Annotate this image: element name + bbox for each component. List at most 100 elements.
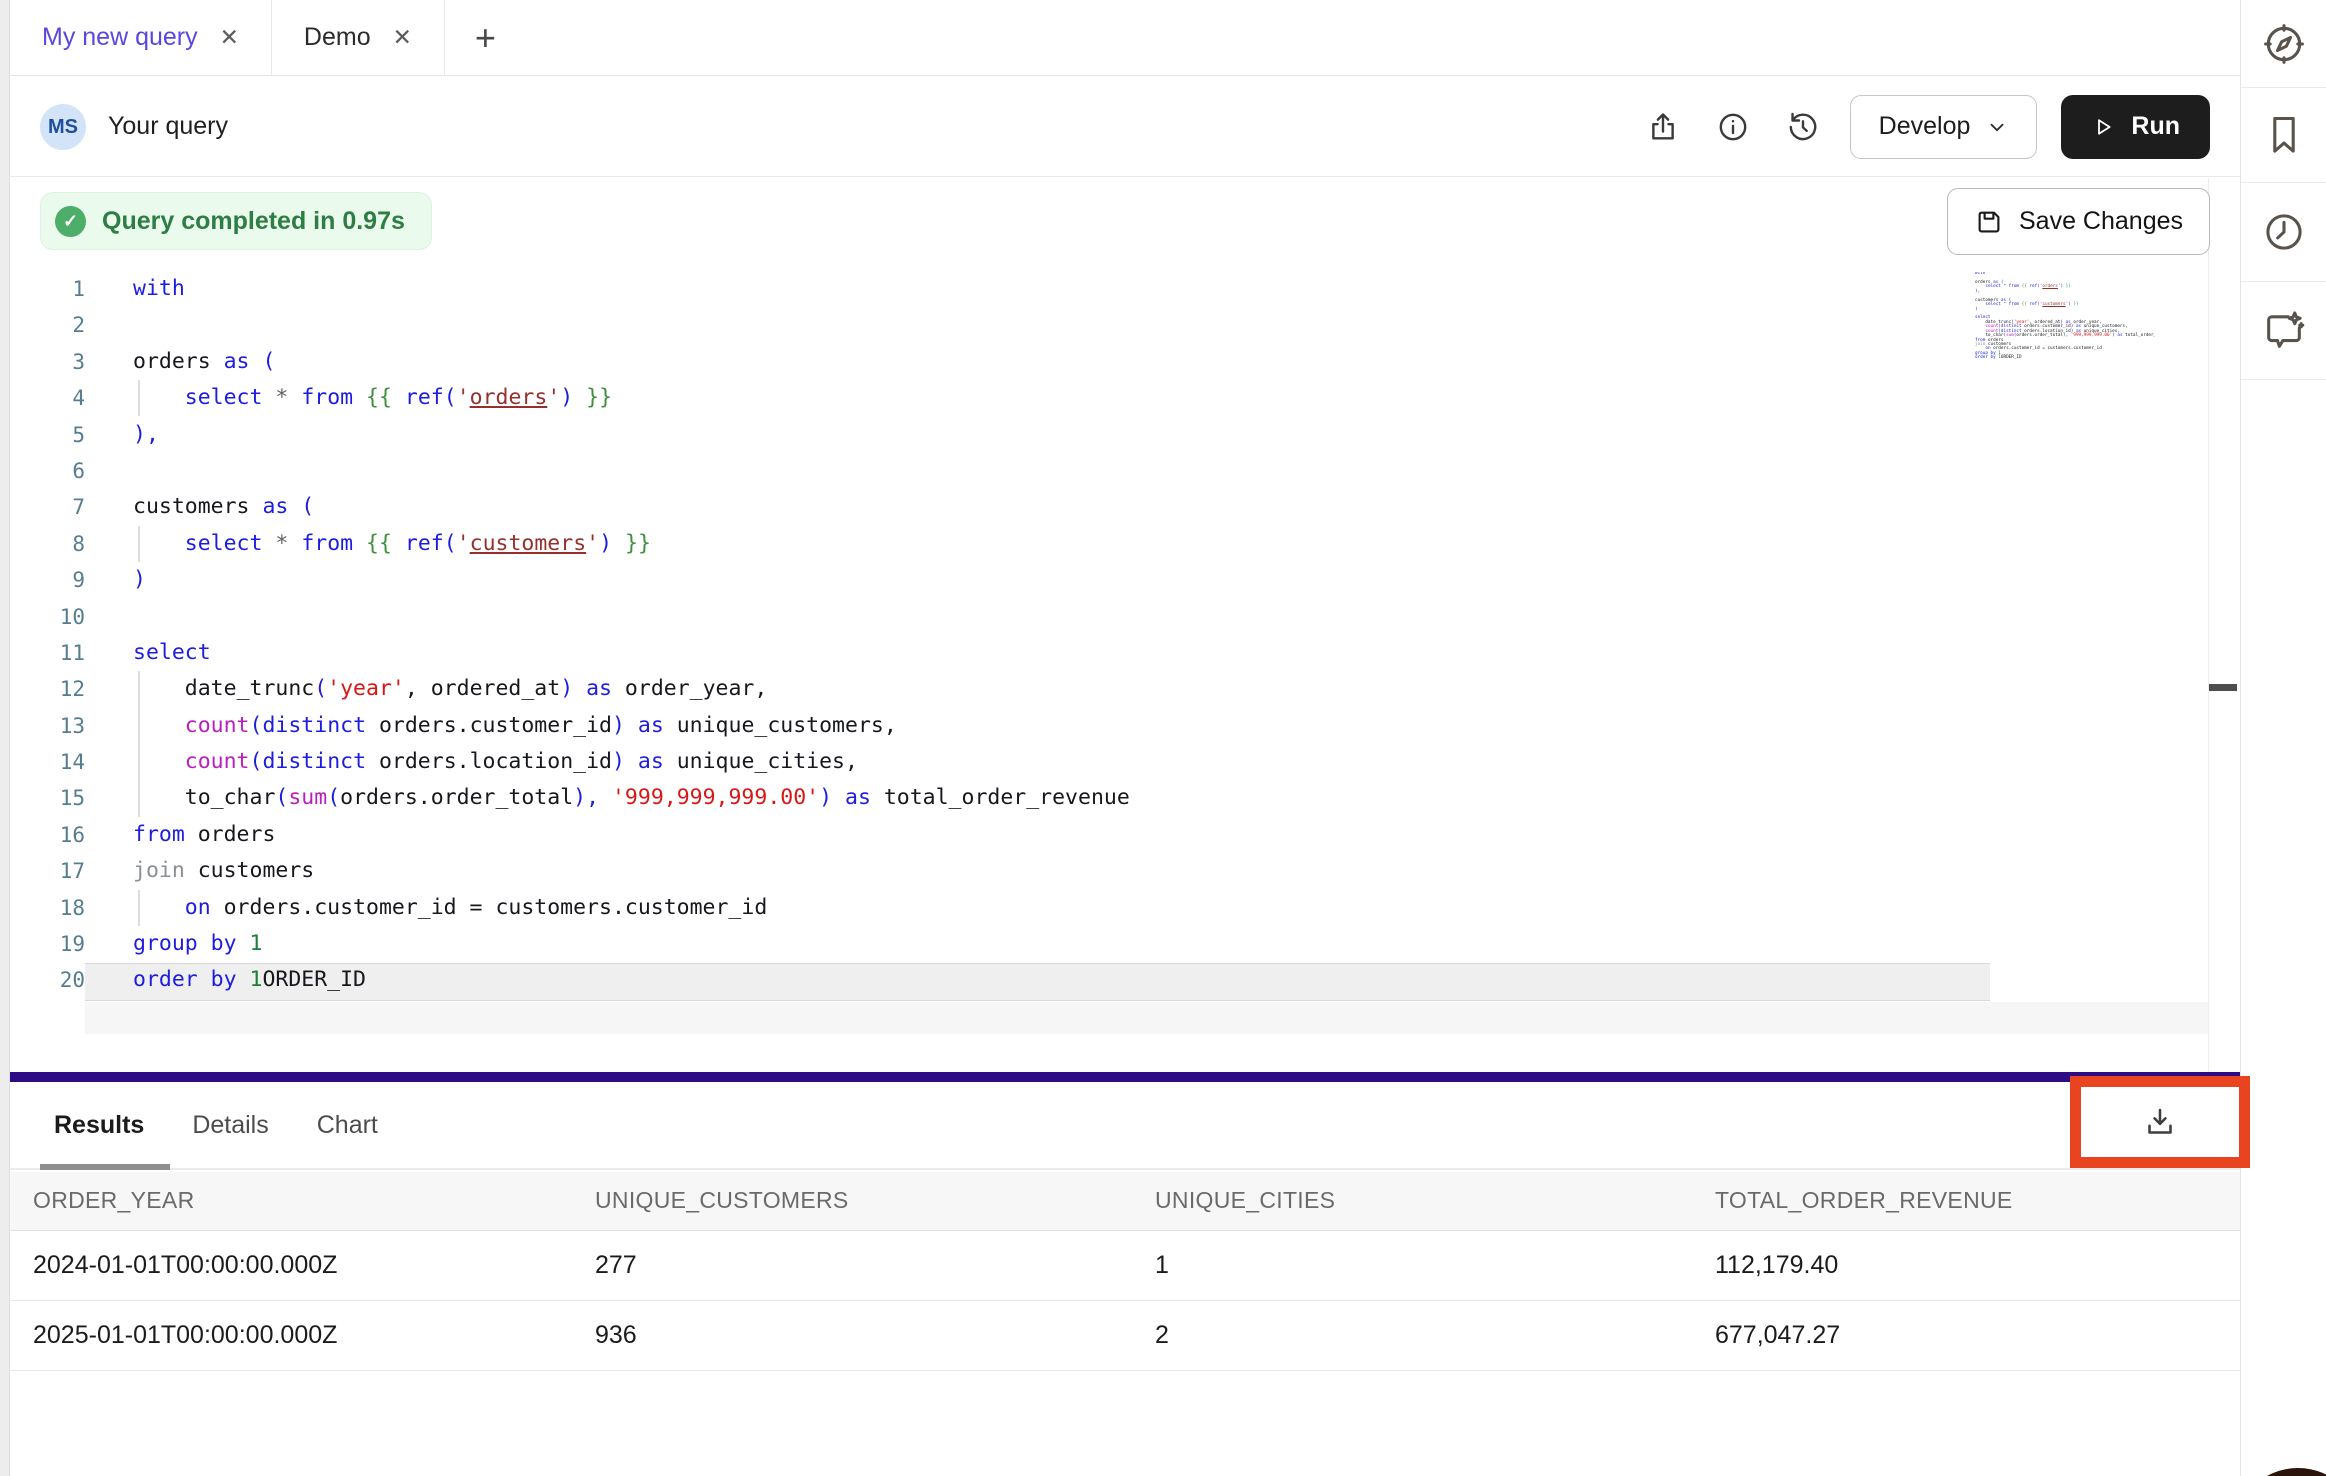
run-button-label: Run bbox=[2131, 112, 2180, 141]
line-number: 2 bbox=[20, 307, 85, 343]
code-editor[interactable]: 1234567891011121314151617181920 with ord… bbox=[10, 178, 2240, 1072]
ai-chat-icon bbox=[2261, 308, 2307, 354]
code-line[interactable]: count(distinct orders.customer_id) as un… bbox=[133, 708, 1130, 744]
code-line[interactable]: ), bbox=[133, 417, 1130, 453]
save-icon bbox=[1974, 207, 2004, 237]
code-line[interactable]: on orders.customer_id = customers.custom… bbox=[133, 890, 1130, 926]
clock-icon bbox=[2261, 209, 2307, 255]
develop-button[interactable]: Develop bbox=[1850, 95, 2038, 159]
history-panel-button[interactable] bbox=[2241, 183, 2326, 282]
code-line[interactable] bbox=[133, 307, 1130, 343]
editor-hscrollbar[interactable] bbox=[85, 1002, 2208, 1034]
line-number: 14 bbox=[20, 744, 85, 780]
new-tab-button[interactable]: + bbox=[445, 0, 526, 75]
table-cell: 2025-01-01T00:00:00.000Z bbox=[10, 1300, 572, 1370]
line-number: 19 bbox=[20, 926, 85, 962]
tab-bar: My new query ✕ Demo ✕ + bbox=[10, 0, 2240, 76]
column-header: UNIQUE_CUSTOMERS bbox=[572, 1172, 1132, 1230]
download-icon bbox=[2142, 1104, 2178, 1140]
table-cell: 1 bbox=[1132, 1230, 1692, 1300]
history-button[interactable] bbox=[1780, 104, 1826, 150]
left-gutter-strip bbox=[0, 0, 10, 1476]
line-number: 20 bbox=[20, 962, 85, 998]
code-line[interactable]: select bbox=[133, 635, 1130, 671]
panel-resize-divider[interactable] bbox=[10, 1072, 2240, 1082]
close-icon[interactable]: ✕ bbox=[220, 26, 239, 49]
code-line[interactable]: order by 1ORDER_ID bbox=[133, 962, 1130, 998]
share-icon bbox=[1646, 110, 1680, 144]
info-button[interactable] bbox=[1710, 104, 1756, 150]
table-cell: 277 bbox=[572, 1230, 1132, 1300]
code-line[interactable]: to_char(sum(orders.order_total), '999,99… bbox=[133, 780, 1130, 816]
code-line[interactable]: count(distinct orders.location_id) as un… bbox=[133, 744, 1130, 780]
table-cell: 112,179.40 bbox=[1692, 1230, 2240, 1300]
code-content[interactable]: with orders as ( select * from {{ ref('o… bbox=[133, 271, 1130, 999]
scrollbar-track bbox=[2208, 178, 2209, 1072]
line-number: 10 bbox=[20, 599, 85, 635]
code-line[interactable]: select * from {{ ref('orders') }} bbox=[133, 380, 1130, 416]
save-button-label: Save Changes bbox=[2019, 207, 2183, 236]
table-row: 2024-01-01T00:00:00.000Z2771112,179.40 bbox=[10, 1230, 2240, 1300]
column-header: TOTAL_ORDER_REVENUE bbox=[1692, 1172, 2240, 1230]
close-icon[interactable]: ✕ bbox=[393, 26, 412, 49]
code-line[interactable]: from orders bbox=[133, 817, 1130, 853]
code-line[interactable]: orders as ( bbox=[133, 344, 1130, 380]
right-sidebar bbox=[2240, 0, 2326, 1476]
tab-results[interactable]: Results bbox=[54, 1111, 144, 1140]
table-cell: 677,047.27 bbox=[1692, 1300, 2240, 1370]
code-line[interactable]: customers as ( bbox=[133, 489, 1130, 525]
line-number: 12 bbox=[20, 671, 85, 707]
line-number: 3 bbox=[20, 344, 85, 380]
table-cell: 2 bbox=[1132, 1300, 1692, 1370]
line-number: 15 bbox=[20, 780, 85, 816]
check-icon: ✓ bbox=[55, 206, 86, 237]
tab-demo[interactable]: Demo ✕ bbox=[272, 0, 445, 75]
line-number: 5 bbox=[20, 417, 85, 453]
share-button[interactable] bbox=[1640, 104, 1686, 150]
info-icon bbox=[1716, 110, 1750, 144]
code-line[interactable] bbox=[133, 453, 1130, 489]
line-number: 4 bbox=[20, 380, 85, 416]
run-button[interactable]: Run bbox=[2061, 95, 2210, 159]
scrollbar-handle[interactable] bbox=[2209, 684, 2237, 691]
tab-label: Demo bbox=[304, 23, 371, 52]
column-header: ORDER_YEAR bbox=[10, 1172, 572, 1230]
line-number: 11 bbox=[20, 635, 85, 671]
line-number: 1 bbox=[20, 271, 85, 307]
table-header-row: ORDER_YEARUNIQUE_CUSTOMERSUNIQUE_CITIEST… bbox=[10, 1172, 2240, 1230]
download-button[interactable] bbox=[2142, 1104, 2178, 1140]
column-header: UNIQUE_CITIES bbox=[1132, 1172, 1692, 1230]
code-line[interactable]: select * from {{ ref('customers') }} bbox=[133, 526, 1130, 562]
code-line[interactable]: with bbox=[133, 271, 1130, 307]
explore-button[interactable] bbox=[2241, 0, 2326, 88]
header-actions: Develop Run bbox=[1640, 76, 2210, 177]
code-line[interactable] bbox=[133, 599, 1130, 635]
code-line[interactable]: date_trunc('year', ordered_at) as order_… bbox=[133, 671, 1130, 707]
table-cell: 936 bbox=[572, 1300, 1132, 1370]
tab-chart[interactable]: Chart bbox=[317, 1111, 378, 1140]
table-row: 2025-01-01T00:00:00.000Z9362677,047.27 bbox=[10, 1300, 2240, 1370]
line-number: 16 bbox=[20, 817, 85, 853]
code-line[interactable]: group by 1 bbox=[133, 926, 1130, 962]
tab-my-new-query[interactable]: My new query ✕ bbox=[10, 0, 272, 75]
results-table: ORDER_YEARUNIQUE_CUSTOMERSUNIQUE_CITIEST… bbox=[10, 1172, 2240, 1371]
line-number: 17 bbox=[20, 853, 85, 889]
minimap[interactable]: with orders as ( select * from {{ ref('o… bbox=[1975, 272, 2155, 361]
chevron-down-icon bbox=[1986, 116, 2008, 138]
save-changes-button[interactable]: Save Changes bbox=[1947, 188, 2210, 255]
table-cell: 2024-01-01T00:00:00.000Z bbox=[10, 1230, 572, 1300]
avatar[interactable]: MS bbox=[40, 104, 86, 150]
line-number: 13 bbox=[20, 708, 85, 744]
line-number: 9 bbox=[20, 562, 85, 598]
ai-assistant-button[interactable] bbox=[2241, 282, 2326, 380]
code-line[interactable]: order by 1ORDER_ID bbox=[1975, 356, 2155, 360]
active-tab-indicator bbox=[40, 1164, 170, 1170]
bookmarks-button[interactable] bbox=[2241, 88, 2326, 183]
line-number: 18 bbox=[20, 890, 85, 926]
status-text: Query completed in 0.97s bbox=[102, 207, 405, 236]
code-line[interactable]: join customers bbox=[133, 853, 1130, 889]
code-line[interactable]: ) bbox=[133, 562, 1130, 598]
annotation-highlight bbox=[2070, 1076, 2250, 1168]
app-window: My new query ✕ Demo ✕ + MS Your query bbox=[0, 0, 2326, 1476]
tab-details[interactable]: Details bbox=[192, 1111, 268, 1140]
